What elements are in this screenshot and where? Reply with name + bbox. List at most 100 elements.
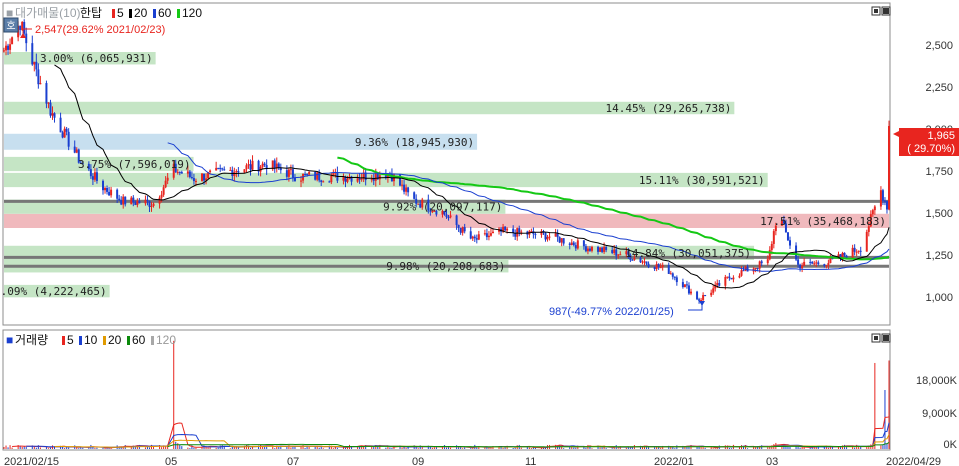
candle-body: [306, 174, 309, 176]
candle-body: [489, 233, 492, 236]
candle-body: [49, 102, 52, 116]
candle-body: [766, 259, 769, 264]
candle-body: [91, 176, 94, 180]
candle-body: [47, 102, 50, 104]
candle-body: [328, 181, 331, 183]
candle-body: [61, 132, 64, 138]
candle-body: [134, 202, 137, 205]
candle-body: [447, 217, 450, 219]
x-tick: 2022/04/29: [886, 456, 941, 466]
candle-body: [330, 176, 333, 183]
legend-swatch: [79, 336, 82, 345]
candle-body: [455, 215, 458, 225]
legend-label: 20: [108, 333, 122, 347]
candle-body: [483, 233, 486, 235]
candle-body: [176, 171, 179, 173]
candle-body: [37, 69, 40, 85]
candle-body: [67, 131, 70, 147]
candle-body: [619, 254, 622, 256]
candle-body: [25, 33, 28, 44]
candle-body: [487, 235, 490, 238]
legend-swatch: [112, 9, 115, 18]
candle-body: [617, 254, 620, 256]
candle-body: [148, 201, 151, 207]
high-annotation: 2,547(29.62% 2021/02/23): [20, 24, 165, 38]
candle-body: [516, 228, 519, 237]
candle-body: [132, 197, 135, 203]
candle-body: [178, 171, 181, 173]
candle-body: [740, 270, 743, 276]
candle-body: [108, 191, 111, 196]
chart-type-icon[interactable]: 호: [3, 17, 19, 33]
legend-swatch: [62, 336, 65, 345]
candle-body: [405, 187, 408, 192]
candle-body: [653, 267, 656, 270]
candle-body: [570, 242, 573, 246]
legend-swatch: [151, 336, 154, 345]
candle-body: [768, 249, 771, 260]
candle-body: [817, 262, 820, 265]
candle-body: [401, 184, 404, 186]
candle-body: [51, 113, 54, 116]
legend-label: 10: [84, 333, 98, 347]
candle-body: [316, 172, 319, 180]
candle-body: [859, 250, 862, 252]
band-label: 14.84% (30,051,375): [625, 247, 751, 260]
volume-panel-frame: [2, 329, 891, 451]
volume-title-text: 거래량: [15, 333, 48, 347]
candle-body: [247, 164, 250, 166]
candle-body: [378, 175, 381, 180]
candle-body: [584, 246, 587, 252]
y-tick: 1,750: [925, 166, 953, 178]
candle-body: [645, 261, 648, 264]
candle-body: [201, 173, 204, 181]
x-axis: 2021/02/15 05 07 09 11 2022/01 03 2022/0…: [4, 456, 941, 466]
candle-body: [304, 173, 307, 175]
candle-body: [518, 228, 521, 233]
candle-body: [574, 245, 577, 249]
price-y-axis: 2,500 2,250 2,000 1,750 1,500 1,250 1,00…: [925, 40, 953, 304]
band-label: 3.00% (6,065,931): [40, 52, 153, 65]
candle-body: [730, 278, 733, 280]
candle-body: [742, 270, 745, 272]
candle-body: [136, 201, 139, 205]
candle-body: [841, 252, 844, 258]
candle-body: [851, 247, 854, 258]
price-title-text: 대가매물(10): [15, 6, 81, 20]
candle-body: [803, 261, 806, 266]
candle-body: [275, 163, 278, 168]
candle-body: [124, 196, 127, 205]
candle-body: [811, 261, 814, 264]
y-tick: 2,250: [925, 82, 953, 94]
candle-body: [732, 277, 735, 280]
volume-y-tick: 0K: [944, 439, 958, 451]
x-tick: 2021/02/15: [4, 456, 59, 466]
candle-body: [823, 264, 826, 266]
candle-body: [659, 267, 662, 269]
candle-body: [760, 261, 763, 264]
candle-body: [724, 276, 727, 286]
current-price-badge: 1,965 ( 29.70%): [893, 128, 959, 156]
candle-body: [245, 165, 248, 170]
candle-body: [217, 167, 220, 169]
band-label: 14.45% (29,265,738): [605, 102, 731, 115]
candle-body: [712, 288, 715, 293]
candle-body: [827, 263, 830, 266]
candle-body: [209, 170, 212, 173]
candle-body: [865, 231, 868, 252]
candle-body: [459, 227, 462, 233]
candle-body: [698, 299, 701, 301]
candle-body: [33, 61, 36, 65]
volume-y-tick: 9,000K: [922, 408, 958, 420]
legend-label: 120: [182, 6, 202, 20]
candle-body: [475, 238, 478, 240]
candle-body: [883, 200, 886, 202]
candle-body: [158, 197, 161, 204]
candle-body: [53, 113, 56, 118]
candle-body: [370, 179, 373, 181]
candle-body: [203, 173, 206, 181]
candle-body: [809, 261, 812, 263]
candle-body: [413, 192, 416, 199]
y-tick: 1,250: [925, 250, 953, 262]
candle-body: [801, 265, 804, 269]
